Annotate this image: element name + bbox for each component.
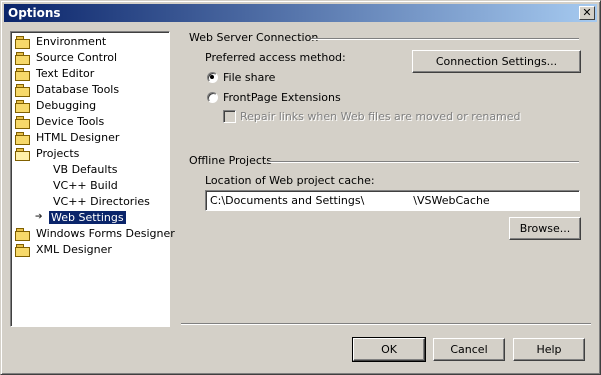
tree-item-projects[interactable]: Projects <box>15 146 81 161</box>
tree-item-label: Windows Forms Designer <box>36 227 175 240</box>
tree-item-vb-defaults[interactable]: VB Defaults <box>51 162 120 177</box>
cache-location-input[interactable]: C:\Documents and Settings\ \VSWebCache <box>205 190 580 211</box>
open-folder-icon <box>15 148 30 161</box>
tree-item-debugging[interactable]: Debugging <box>15 98 98 113</box>
tree-item-label: Environment <box>36 35 107 48</box>
tree-item-database-tools[interactable]: Database Tools <box>15 82 121 97</box>
file-share-label[interactable]: File share <box>223 71 275 84</box>
repair-links-label: Repair links when Web files are moved or… <box>240 110 521 123</box>
cancel-label: Cancel <box>450 343 488 356</box>
options-tree[interactable]: Environment Source Control Text Editor D… <box>10 31 175 327</box>
tree-item-label: Web Settings <box>49 211 126 224</box>
close-button[interactable]: ✕ <box>579 6 595 20</box>
options-dialog: Options ✕ Environment Source Control Tex… <box>0 0 601 375</box>
tree-item-label: VC++ Build <box>53 179 118 192</box>
ok-button[interactable]: OK <box>352 337 426 362</box>
offline-group-title: Offline Projects <box>189 154 272 167</box>
tree-item-device-tools[interactable]: Device Tools <box>15 114 106 129</box>
ok-label: OK <box>381 343 397 356</box>
tree-item-web-settings[interactable]: Web Settings <box>49 210 126 225</box>
folder-icon <box>15 52 30 65</box>
group-divider <box>311 38 579 40</box>
tree-item-label: HTML Designer <box>36 131 120 144</box>
folder-icon <box>15 100 30 113</box>
tree-item-label: Database Tools <box>36 83 120 96</box>
tree-item-label: Text Editor <box>36 67 95 80</box>
tree-item-xml-designer[interactable]: XML Designer <box>15 242 114 257</box>
folder-icon <box>15 84 30 97</box>
file-share-radio[interactable] <box>207 72 218 83</box>
preferred-access-label: Preferred access method: <box>205 51 346 64</box>
tree-item-environment[interactable]: Environment <box>15 34 108 49</box>
repair-links-checkbox <box>223 110 236 123</box>
tree-item-label: VB Defaults <box>53 163 118 176</box>
frontpage-label[interactable]: FrontPage Extensions <box>223 91 341 104</box>
folder-icon <box>15 116 30 129</box>
folder-icon <box>15 132 30 145</box>
connection-settings-button[interactable]: Connection Settings... <box>412 50 581 73</box>
tree-item-windows-forms-designer[interactable]: Windows Forms Designer <box>15 226 177 241</box>
tree-item-html-designer[interactable]: HTML Designer <box>15 130 121 145</box>
folder-icon <box>15 228 30 241</box>
tree-item-text-editor[interactable]: Text Editor <box>15 66 96 81</box>
tree-item-label: VC++ Directories <box>53 195 150 208</box>
browse-label: Browse... <box>519 222 571 235</box>
browse-button[interactable]: Browse... <box>509 217 581 240</box>
web-server-group-title: Web Server Connection <box>189 31 319 44</box>
tree-item-label: XML Designer <box>36 243 112 256</box>
frontpage-radio[interactable] <box>207 92 218 103</box>
window-title: Options <box>8 6 61 20</box>
folder-icon <box>15 244 30 257</box>
bottom-separator <box>181 323 591 325</box>
title-bar: Options ✕ <box>4 4 597 22</box>
folder-icon <box>15 36 30 49</box>
tree-item-label: Device Tools <box>36 115 105 128</box>
cancel-button[interactable]: Cancel <box>433 338 505 361</box>
tree-item-label: Source Control <box>36 51 118 64</box>
tree-item-source-control[interactable]: Source Control <box>15 50 119 65</box>
tree-item-vc-build[interactable]: VC++ Build <box>51 178 120 193</box>
location-label: Location of Web project cache: <box>205 174 375 187</box>
help-button[interactable]: Help <box>513 338 585 361</box>
connection-settings-label: Connection Settings... <box>435 55 558 68</box>
help-label: Help <box>536 343 562 356</box>
arrow-right-icon: ➔ <box>35 212 43 222</box>
tree-item-vc-directories[interactable]: VC++ Directories <box>51 194 152 209</box>
tree-item-label: Debugging <box>36 99 97 112</box>
close-icon: ✕ <box>582 6 592 19</box>
radio-checked-dot <box>210 75 214 79</box>
folder-icon <box>15 68 30 81</box>
tree-item-label: Projects <box>36 147 80 160</box>
group-divider <box>269 161 579 163</box>
